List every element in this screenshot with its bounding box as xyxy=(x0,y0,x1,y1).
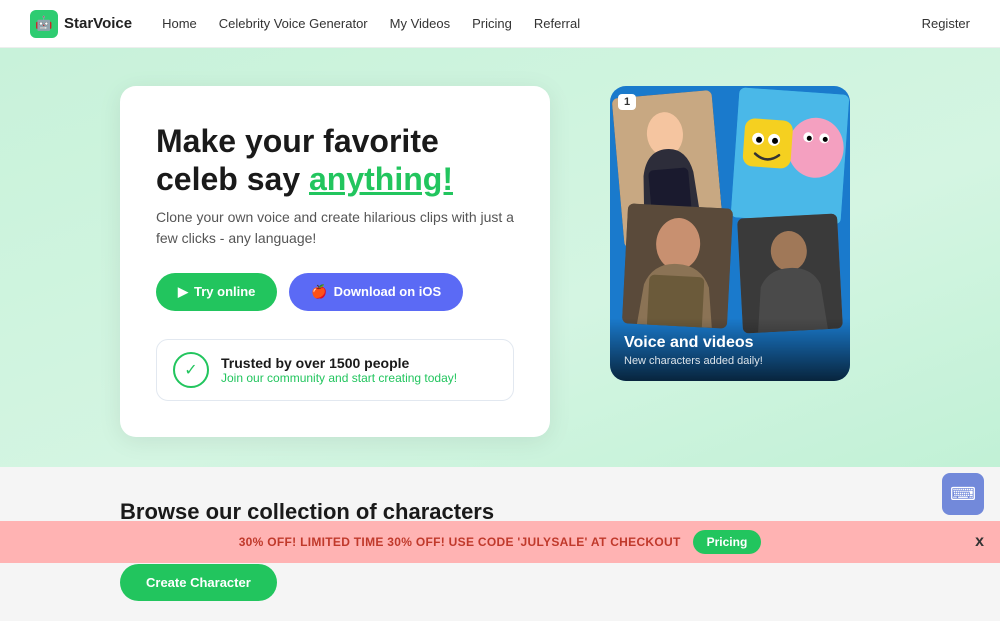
register-button[interactable]: Register xyxy=(922,16,970,31)
promo-text: 30% OFF! LIMITED TIME 30% OFF! USE CODE … xyxy=(239,535,681,549)
nav-my-videos[interactable]: My Videos xyxy=(390,16,450,31)
promo-pricing-button[interactable]: Pricing xyxy=(693,530,762,554)
hero-image-container: 1 xyxy=(610,86,850,386)
discord-icon: ⌨ xyxy=(950,484,976,505)
nav-home[interactable]: Home xyxy=(162,16,197,31)
collage-number-badge: 1 xyxy=(618,94,636,110)
navbar: 🤖 StarVoice Home Celebrity Voice Generat… xyxy=(0,0,1000,48)
hero-buttons: ▶ Try online 🍎 Download on iOS xyxy=(156,273,514,311)
promo-bar: 30% OFF! LIMITED TIME 30% OFF! USE CODE … xyxy=(0,521,1000,563)
play-icon: ▶ xyxy=(178,284,188,300)
create-character-button[interactable]: Create Character xyxy=(120,564,277,601)
hero-title: Make your favorite celeb say anything! xyxy=(156,122,514,199)
nav-celebrity-voice[interactable]: Celebrity Voice Generator xyxy=(219,16,368,31)
nav-pricing[interactable]: Pricing xyxy=(472,16,512,31)
try-online-button[interactable]: ▶ Try online xyxy=(156,273,277,311)
promo-close-button[interactable]: x xyxy=(975,533,984,551)
discord-button[interactable]: ⌨ xyxy=(942,473,984,515)
hero-card: Make your favorite celeb say anything! C… xyxy=(120,86,550,437)
trust-check-icon: ✓ xyxy=(173,352,209,388)
collage-label-sub: New characters added daily! xyxy=(624,355,836,367)
hero-title-highlight: anything! xyxy=(309,161,453,197)
hero-subtitle: Clone your own voice and create hilariou… xyxy=(156,207,514,249)
trust-text-sub: Join our community and start creating to… xyxy=(221,371,457,385)
apple-icon: 🍎 xyxy=(311,284,327,300)
trust-text: Trusted by over 1500 people Join our com… xyxy=(221,355,457,385)
download-ios-button[interactable]: 🍎 Download on iOS xyxy=(289,273,463,311)
trust-badge: ✓ Trusted by over 1500 people Join our c… xyxy=(156,339,514,401)
collage-image-4 xyxy=(737,213,843,333)
brand-logo-icon: 🤖 xyxy=(30,10,58,38)
brand[interactable]: 🤖 StarVoice xyxy=(30,10,132,38)
brand-name: StarVoice xyxy=(64,15,132,32)
collage-image-2 xyxy=(731,87,850,224)
nav-links: Home Celebrity Voice Generator My Videos… xyxy=(162,16,921,31)
collage-label: Voice and videos New characters added da… xyxy=(610,318,850,381)
trust-text-main: Trusted by over 1500 people xyxy=(221,355,457,371)
hero-section: Make your favorite celeb say anything! C… xyxy=(0,48,1000,467)
nav-referral[interactable]: Referral xyxy=(534,16,580,31)
collage-wrapper: 1 xyxy=(610,86,850,381)
collage-image-3 xyxy=(622,203,733,328)
collage-label-title: Voice and videos xyxy=(624,334,836,352)
